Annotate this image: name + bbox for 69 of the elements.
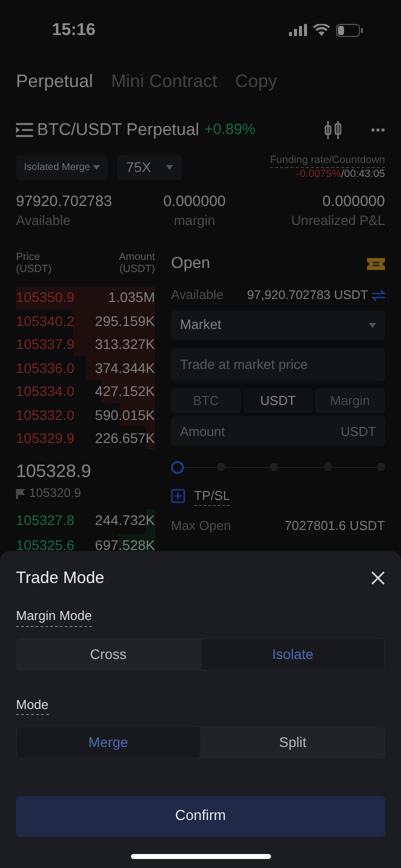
funding-rate: -0.0075%	[296, 168, 342, 180]
section-label[interactable]: Margin Mode	[16, 606, 92, 626]
flag-icon	[16, 488, 25, 498]
order-price: 105350.9	[16, 288, 74, 308]
pair-title: BTC/USDT Perpetual	[37, 119, 200, 142]
price-header: Price (USDT)	[16, 251, 52, 277]
candlestick-icon[interactable]	[324, 120, 342, 140]
order-price: 105340.2	[16, 312, 74, 331]
status-time: 15:16	[52, 19, 96, 42]
mode-option[interactable]: Split	[200, 726, 385, 759]
transfer-icon[interactable]	[372, 290, 385, 300]
order-amount: 244.732K	[95, 510, 155, 530]
stat-label: Unrealized P&L	[291, 212, 385, 230]
amount-unit: USDT	[340, 423, 376, 441]
order-type-dropdown[interactable]: Market	[171, 311, 385, 340]
available-value: 97,920.702783 USDT	[247, 286, 368, 304]
stat-value: 0.000000	[322, 192, 385, 211]
section-label[interactable]: Mode	[16, 694, 49, 715]
mode-option[interactable]: Isolate	[200, 638, 385, 670]
order-amount: 1.035M	[108, 288, 155, 308]
amount-slider[interactable]	[171, 460, 385, 474]
amount-header: Amount (USDT)	[118, 251, 155, 277]
order-amount: 590.015K	[95, 406, 155, 425]
order-amount: 313.327K	[95, 335, 155, 354]
close-icon[interactable]	[371, 571, 385, 585]
confirm-button[interactable]: Confirm	[16, 796, 385, 837]
last-price: 105328.9	[16, 460, 92, 482]
sheet-title: Trade Mode	[16, 568, 104, 589]
max-open-label: Max Open	[171, 517, 232, 535]
stat-value: 97920.702783	[16, 192, 112, 211]
order-price: 105332.0	[16, 406, 74, 425]
price-change: +0.89%	[204, 120, 256, 140]
order-amount: 427.152K	[95, 382, 155, 402]
slider-thumb[interactable]	[171, 460, 184, 474]
order-amount: 697.528K	[95, 536, 155, 556]
funding-label[interactable]: Funding rate/Countdown	[270, 154, 385, 168]
signal-icon	[289, 24, 307, 36]
stat-value: 0.000000	[163, 192, 226, 211]
mode-option[interactable]: Merge	[16, 726, 200, 759]
order-amount: 226.657K	[95, 429, 155, 448]
stat-label: Available	[16, 212, 71, 230]
available-label: Available	[171, 286, 224, 304]
wifi-icon	[313, 24, 330, 36]
tpsl-label[interactable]: TP/SL	[194, 486, 230, 506]
order-amount: 295.159K	[95, 312, 155, 331]
order-price: 105334.0	[16, 382, 74, 402]
caret-icon	[93, 164, 100, 170]
order-price: 105327.8	[16, 510, 74, 530]
open-title: Open	[171, 254, 210, 274]
add-icon[interactable]	[171, 489, 185, 503]
order-price: 105336.0	[16, 358, 74, 378]
stat-label: margin	[174, 212, 216, 230]
more-icon[interactable]	[371, 128, 385, 132]
caret-icon	[166, 164, 174, 170]
order-price: 105325.6	[16, 536, 74, 556]
caret-icon	[369, 323, 376, 328]
leverage-dropdown[interactable]: 75X	[117, 154, 182, 180]
market-tab[interactable]: Perpetual	[16, 68, 94, 94]
mode-option[interactable]: Cross	[16, 638, 200, 670]
mark-price: 105320.9	[29, 485, 82, 502]
menu-icon[interactable]	[16, 123, 34, 137]
ticket-icon[interactable]	[367, 258, 385, 270]
order-price: 105337.9	[16, 335, 74, 354]
order-price: 105329.9	[16, 429, 74, 448]
max-open-value: 7027801.6 USDT	[284, 517, 385, 535]
margin-mode-dropdown[interactable]: Isolated Merge	[16, 154, 108, 180]
funding-countdown: /00:43:05	[341, 168, 385, 180]
unit-tab[interactable]: USDT	[243, 388, 313, 413]
order-amount: 374.344K	[95, 358, 155, 378]
